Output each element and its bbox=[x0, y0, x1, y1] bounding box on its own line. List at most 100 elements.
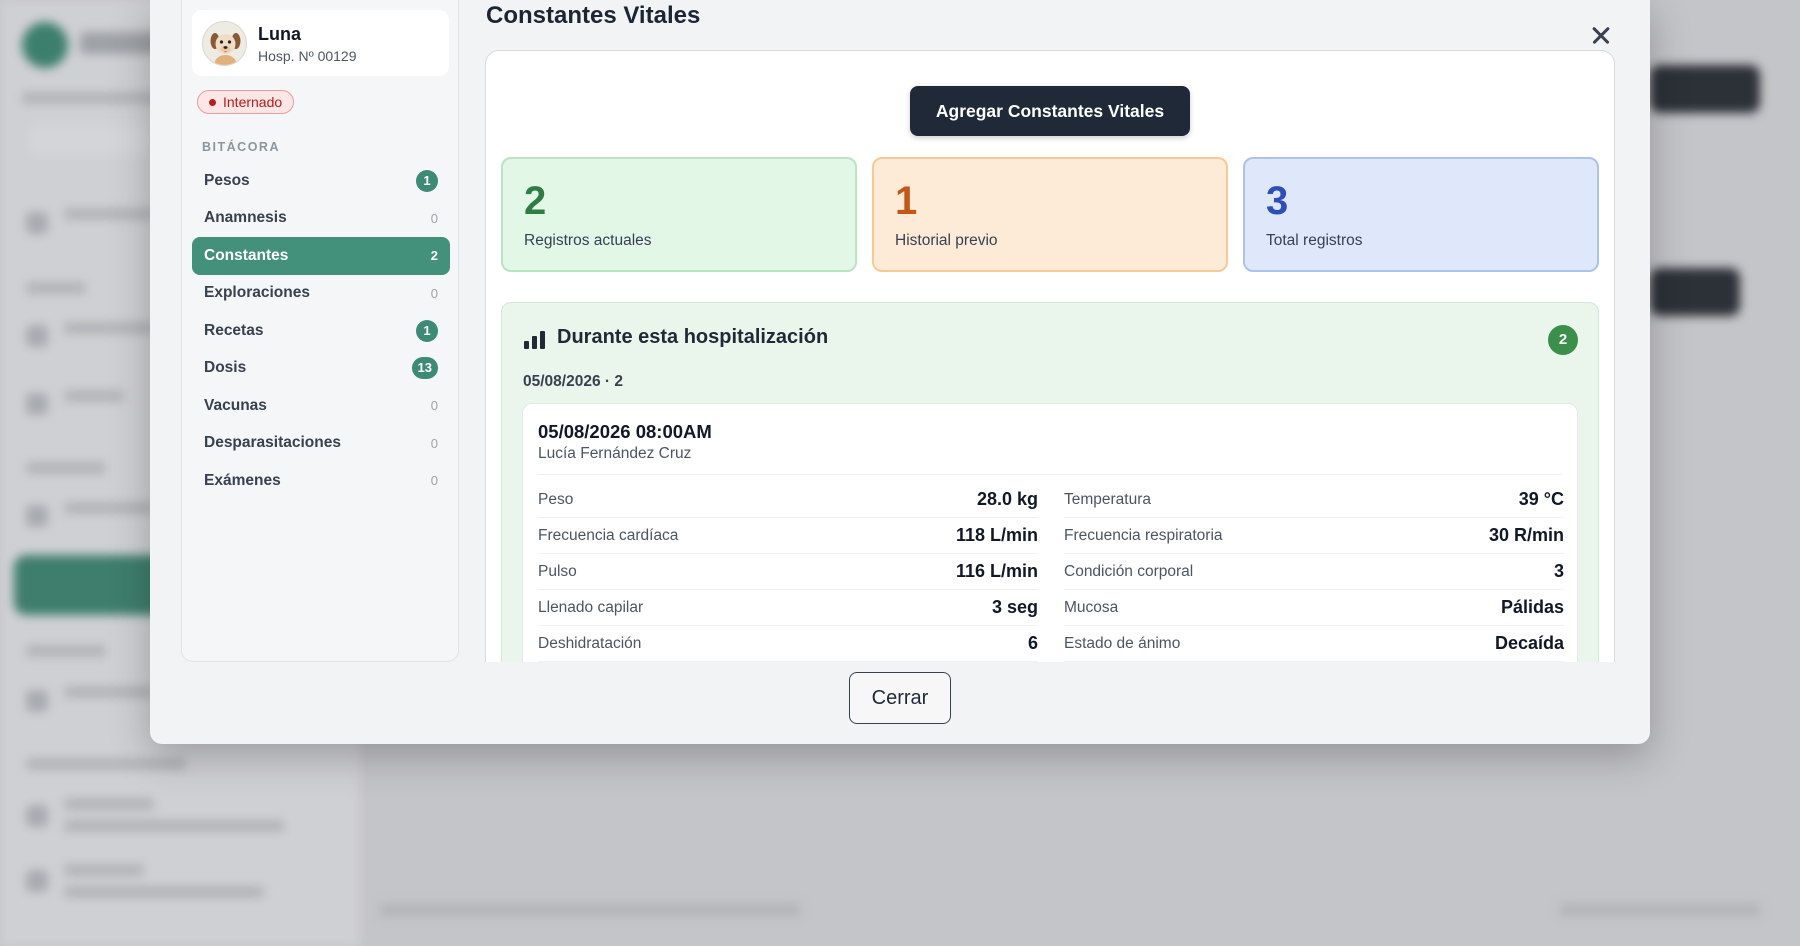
section-label: BITÁCORA bbox=[202, 140, 280, 154]
add-vitals-button[interactable]: Agregar Constantes Vitales bbox=[910, 86, 1190, 136]
vital-value: 118 L/min bbox=[955, 525, 1038, 545]
record-datetime: 05/08/2026 08:00AM bbox=[538, 421, 712, 442]
background-icon bbox=[26, 505, 48, 527]
sidebar-item-label: Exploraciones bbox=[204, 284, 310, 302]
background-line bbox=[1560, 904, 1760, 916]
sidebar-item-count: 0 bbox=[430, 473, 438, 489]
background-button bbox=[1650, 65, 1760, 113]
sidebar-item-label: Dosis bbox=[204, 359, 247, 377]
sidebar-item-label: Recetas bbox=[204, 321, 264, 339]
status-badge: Internado bbox=[197, 90, 295, 114]
sidebar-item-recetas[interactable]: Recetas 1 bbox=[192, 312, 450, 350]
sidebar-item-count: 2 bbox=[430, 248, 438, 264]
stat-label: Registros actuales bbox=[524, 232, 652, 249]
bar-chart-icon bbox=[524, 331, 546, 349]
stat-label: Total registros bbox=[1266, 232, 1363, 249]
vital-key: Temperatura bbox=[1064, 490, 1152, 508]
vital-key: Llenado capilar bbox=[538, 598, 644, 616]
vital-value: 3 seg bbox=[991, 597, 1038, 617]
vital-value: Pálidas bbox=[1500, 597, 1564, 617]
sidebar-item-count: 13 bbox=[411, 357, 438, 380]
sidebar-item-count: 0 bbox=[430, 210, 438, 226]
vital-row: Frecuencia cardíaca 118 L/min bbox=[538, 518, 1038, 554]
background-line bbox=[64, 322, 154, 334]
stat-current-records: 2 Registros actuales bbox=[501, 157, 857, 272]
stat-value: 2 bbox=[524, 179, 547, 223]
vital-row: Peso 28.0 kg bbox=[538, 482, 1038, 518]
vital-value: 39 °C bbox=[1518, 489, 1564, 509]
vital-row: Estado de ánimo Decaída bbox=[1064, 626, 1564, 662]
vital-row: Condición corporal 3 bbox=[1064, 554, 1564, 590]
vital-row: Frecuencia respiratoria 30 R/min bbox=[1064, 518, 1564, 554]
sidebar-item-label: Anamnesis bbox=[204, 209, 287, 227]
vital-row: Temperatura 39 °C bbox=[1064, 482, 1564, 518]
sidebar-item-desparasitaciones[interactable]: Desparasitaciones 0 bbox=[192, 425, 450, 463]
sidebar-item-count: 0 bbox=[430, 285, 438, 301]
background-line bbox=[64, 886, 264, 898]
patient-card: Luna Hosp. Nº 00129 bbox=[192, 10, 449, 76]
day-group-label: 05/08/2026 · 2 bbox=[523, 373, 623, 390]
sidebar-item-constantes[interactable]: Constantes 2 bbox=[192, 237, 450, 275]
sidebar-item-anamnesis[interactable]: Anamnesis 0 bbox=[192, 200, 450, 238]
vital-key: Mucosa bbox=[1064, 598, 1119, 616]
record-author: Lucía Fernández Cruz bbox=[538, 445, 692, 462]
vital-key: Frecuencia respiratoria bbox=[1064, 526, 1223, 544]
sidebar-item-label: Vacunas bbox=[204, 396, 267, 414]
sidebar-item-count: 1 bbox=[416, 319, 438, 342]
background-line bbox=[26, 282, 86, 294]
sidebar-item-count: 1 bbox=[416, 169, 438, 192]
background-icon bbox=[26, 325, 48, 347]
vital-key: Peso bbox=[538, 490, 574, 508]
patient-name: Luna bbox=[258, 24, 301, 44]
vital-value: 30 R/min bbox=[1488, 525, 1564, 545]
vitals-panel: Agregar Constantes Vitales 2 Registros a… bbox=[485, 50, 1615, 662]
background-line bbox=[64, 502, 154, 514]
sidebar-item-exploraciones[interactable]: Exploraciones 0 bbox=[192, 275, 450, 313]
patient-sidebar: Luna Hosp. Nº 00129 Internado BITÁCORA P… bbox=[181, 0, 459, 662]
stat-total-records: 3 Total registros bbox=[1243, 157, 1599, 272]
sidebar-item-label: Desparasitaciones bbox=[204, 434, 341, 452]
stat-value: 1 bbox=[895, 179, 918, 223]
hospitalization-section: Durante esta hospitalización 2 05/08/202… bbox=[501, 302, 1599, 662]
vital-key: Pulso bbox=[538, 562, 577, 580]
vital-value: 3 bbox=[1553, 561, 1564, 581]
background-line bbox=[64, 390, 124, 402]
background-line bbox=[64, 686, 154, 698]
vital-row: Pulso 116 L/min bbox=[538, 554, 1038, 590]
sidebar-item-count: 0 bbox=[430, 435, 438, 451]
background-line bbox=[64, 864, 144, 876]
background-line bbox=[26, 462, 106, 474]
background-line bbox=[64, 208, 154, 220]
page-title: Constantes Vitales bbox=[486, 2, 701, 29]
background-line bbox=[380, 904, 800, 916]
sidebar-item-vacunas[interactable]: Vacunas 0 bbox=[192, 387, 450, 425]
background-logo bbox=[22, 22, 68, 68]
patient-hosp-number: Hosp. Nº 00129 bbox=[258, 48, 357, 64]
close-icon[interactable] bbox=[1586, 20, 1616, 50]
sidebar-item-dosis[interactable]: Dosis 13 bbox=[192, 350, 450, 388]
vital-row: Deshidratación 6 bbox=[538, 626, 1038, 662]
vitals-record-card: 05/08/2026 08:00AM Lucía Fernández Cruz … bbox=[522, 403, 1578, 662]
background-icon bbox=[26, 212, 48, 234]
stat-label: Historial previo bbox=[895, 232, 998, 249]
dog-icon bbox=[210, 33, 241, 65]
vital-row: Llenado capilar 3 seg bbox=[538, 590, 1038, 626]
avatar bbox=[202, 21, 247, 66]
background-line bbox=[64, 820, 284, 832]
vital-row: Mucosa Pálidas bbox=[1064, 590, 1564, 626]
sidebar-item-pesos[interactable]: Pesos 1 bbox=[192, 162, 450, 200]
background-icon bbox=[26, 870, 48, 892]
stat-previous-history: 1 Historial previo bbox=[872, 157, 1228, 272]
sidebar-item-label: Pesos bbox=[204, 171, 250, 189]
divider bbox=[538, 474, 1562, 475]
vital-key: Frecuencia cardíaca bbox=[538, 526, 679, 544]
vital-value: 6 bbox=[1027, 633, 1038, 653]
logbook-nav: Pesos 1 Anamnesis 0 Constantes 2 Explora… bbox=[192, 162, 450, 500]
background-icon bbox=[26, 393, 48, 415]
sidebar-item-examenes[interactable]: Exámenes 0 bbox=[192, 462, 450, 500]
vital-key: Estado de ánimo bbox=[1064, 634, 1181, 652]
background-line bbox=[26, 645, 106, 657]
close-button[interactable]: Cerrar bbox=[849, 672, 951, 724]
vitals-grid: Peso 28.0 kg Temperatura 39 °C Frecuenci… bbox=[538, 482, 1564, 662]
sidebar-item-label: Constantes bbox=[204, 246, 289, 264]
